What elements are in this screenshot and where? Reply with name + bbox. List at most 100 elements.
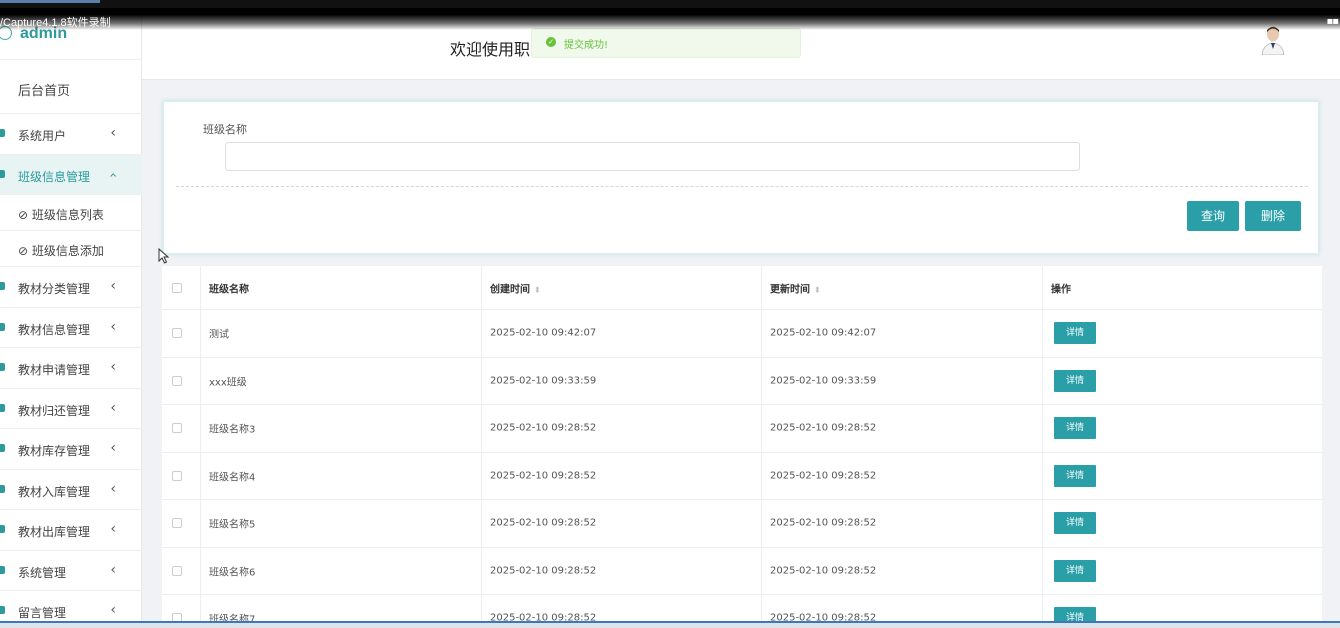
menu-icon (0, 363, 5, 371)
class-table: 班级名称 创建时间 ⬍ 更新时间 ⬍ 操作 测试 2025-02-10 09:42:0… (162, 266, 1322, 628)
toast-message: 提交成功! (564, 40, 609, 51)
created-time-cell: 2025-02-10 09:28:52 (490, 565, 597, 577)
chevron-left-icon: ‹ (110, 125, 116, 141)
chevron-left-icon: ‹ (110, 480, 116, 497)
recorder-label: /Capture4.1.8软件录制 (0, 17, 111, 29)
chevron-left-icon: ‹ (110, 602, 116, 618)
updated-time-cell: 2025-02-10 09:33:59 (770, 375, 877, 387)
sidebar-item[interactable]: 系统管理 ‹ (0, 551, 142, 591)
sidebar-item[interactable]: 教材申请管理 ‹ (0, 348, 142, 389)
class-name-cell: 班级名称3 (209, 424, 256, 436)
recorder-strip (0, 0, 100, 3)
class-name-cell: 班级名称6 (209, 567, 256, 579)
sidebar-item-label: 教材信息管理 (18, 322, 91, 337)
chevron-left-icon: ‹ (110, 318, 116, 335)
created-time-cell: 2025-02-10 09:28:52 (490, 517, 597, 529)
sidebar-item-label: 教材申请管理 (18, 363, 91, 377)
column-header-created[interactable]: 创建时间 ⬍ (490, 280, 541, 295)
row-checkbox[interactable] (172, 375, 182, 386)
page-title: 欢迎使用职 (450, 40, 531, 59)
sidebar-item-label: 系统管理 (18, 565, 67, 580)
updated-time-cell: 2025-02-10 09:28:52 (770, 422, 877, 434)
menu-icon (0, 403, 5, 412)
created-time-cell: 2025-02-10 09:28:52 (490, 422, 597, 434)
sidebar-item-home[interactable]: 后台首页 (0, 62, 142, 114)
mouse-cursor-icon (158, 248, 170, 264)
menu-icon (0, 322, 5, 331)
sidebar-subitem[interactable]: ⊘ 班级信息列表 (0, 195, 142, 231)
column-header: 操作 (1051, 284, 1071, 295)
row-checkbox[interactable] (172, 518, 182, 529)
table-row: xxx班级 2025-02-10 09:33:59 2025-02-10 09:33… (162, 357, 1322, 405)
detail-button[interactable]: 详情 (1054, 512, 1096, 535)
chevron-left-icon: ‹ (110, 440, 116, 456)
detail-button[interactable]: 详情 (1054, 464, 1096, 487)
chevron-left-icon: ‹ (110, 359, 116, 375)
updated-time-cell: 2025-02-10 09:28:52 (770, 517, 877, 529)
sidebar-item[interactable]: 教材归还管理 ‹ (0, 389, 142, 429)
sidebar-item[interactable]: 教材出库管理 ‹ (0, 510, 142, 551)
sidebar-item[interactable]: 教材入库管理 ‹ (0, 470, 142, 510)
recorder-fade (0, 8, 1340, 30)
class-name-input[interactable] (225, 142, 1080, 171)
chevron-down-icon: ‹ (105, 171, 122, 178)
detail-button[interactable]: 详情 (1054, 322, 1096, 345)
sidebar-item[interactable]: 教材信息管理 ‹ (0, 308, 142, 348)
menu-icon (0, 282, 5, 290)
menu-icon (0, 484, 5, 493)
grid-dots-icon: ▪▪ ▪▪ (1326, 16, 1339, 38)
table-row: 班级名称6 2025-02-10 09:28:52 2025-02-10 09:28… (162, 547, 1322, 595)
created-time-cell: 2025-02-10 09:42:07 (490, 327, 597, 339)
sidebar-item-label: 教材出库管理 (18, 525, 91, 539)
sidebar-subitem-label: ⊘ 班级信息添加 (18, 244, 104, 258)
table-row: 班级名称5 2025-02-10 09:28:52 2025-02-10 09:28… (162, 500, 1322, 548)
sidebar-item-label: 后台首页 (18, 84, 71, 99)
class-name-label: 班级名称 (203, 123, 247, 136)
menu-icon (0, 169, 5, 178)
menu-icon (0, 565, 5, 574)
chevron-left-icon: ‹ (110, 521, 116, 537)
row-checkbox[interactable] (172, 328, 182, 339)
row-checkbox[interactable] (172, 423, 182, 434)
delete-button[interactable]: 删除 (1245, 201, 1301, 231)
sort-icon[interactable]: ⬍ (534, 285, 541, 294)
sidebar-item-label: 系统用户 (18, 129, 67, 143)
table-row: 班级名称4 2025-02-10 09:28:52 2025-02-10 09:28… (162, 452, 1322, 500)
search-panel: 班级名称 查询 删除 (163, 101, 1319, 254)
divider (176, 186, 1308, 187)
sidebar-item-label: 留言管理 (18, 606, 67, 620)
taskbar (0, 623, 1340, 628)
table-row: 测试 2025-02-10 09:42:07 2025-02-10 09:42:07… (162, 310, 1322, 358)
select-all-checkbox[interactable] (172, 282, 182, 293)
sidebar-item[interactable]: 班级信息管理 ‹ (0, 154, 142, 195)
detail-button[interactable]: 详情 (1054, 417, 1096, 440)
sidebar-item[interactable]: 教材库存管理 ‹ (0, 429, 142, 470)
sidebar-subitem-label: ⊘ 班级信息列表 (18, 208, 104, 222)
table-header: 班级名称 创建时间 ⬍ 更新时间 ⬍ 操作 (162, 266, 1322, 310)
detail-button[interactable]: 详情 (1054, 369, 1096, 392)
chevron-left-icon: ‹ (110, 278, 116, 294)
sidebar-item-label: 教材入库管理 (18, 484, 91, 499)
column-header-updated[interactable]: 更新时间 ⬍ (770, 280, 821, 295)
recorder-bar (0, 0, 1340, 8)
row-checkbox[interactable] (172, 565, 182, 576)
sidebar-subitem[interactable]: ⊘ 班级信息添加 (0, 231, 142, 267)
query-button[interactable]: 查询 (1187, 201, 1239, 231)
menu-icon (0, 444, 5, 452)
class-name-cell: xxx班级 (209, 377, 247, 389)
created-time-cell: 2025-02-10 09:33:59 (490, 375, 597, 387)
success-toast: ✓ 提交成功! (531, 28, 801, 58)
row-checkbox[interactable] (172, 470, 182, 481)
sidebar-item-label: 教材分类管理 (18, 282, 91, 296)
menu-icon (0, 606, 5, 614)
detail-button[interactable]: 详情 (1054, 559, 1096, 582)
created-time-cell: 2025-02-10 09:28:52 (490, 470, 597, 482)
updated-time-cell: 2025-02-10 09:28:52 (770, 470, 877, 482)
sidebar: admin 后台首页 系统用户 ‹ 班级信息管理 ‹ ⊘ 班级信息列表 ⊘ 班级信息添加教… (0, 0, 142, 628)
sort-icon[interactable]: ⬍ (814, 285, 821, 294)
sidebar-item[interactable]: 系统用户 ‹ (0, 114, 142, 155)
sidebar-item[interactable]: 教材分类管理 ‹ (0, 267, 142, 308)
success-check-icon: ✓ (546, 37, 556, 47)
chevron-left-icon: ‹ (110, 561, 116, 578)
circle-check-icon: ⊘ (18, 208, 29, 222)
